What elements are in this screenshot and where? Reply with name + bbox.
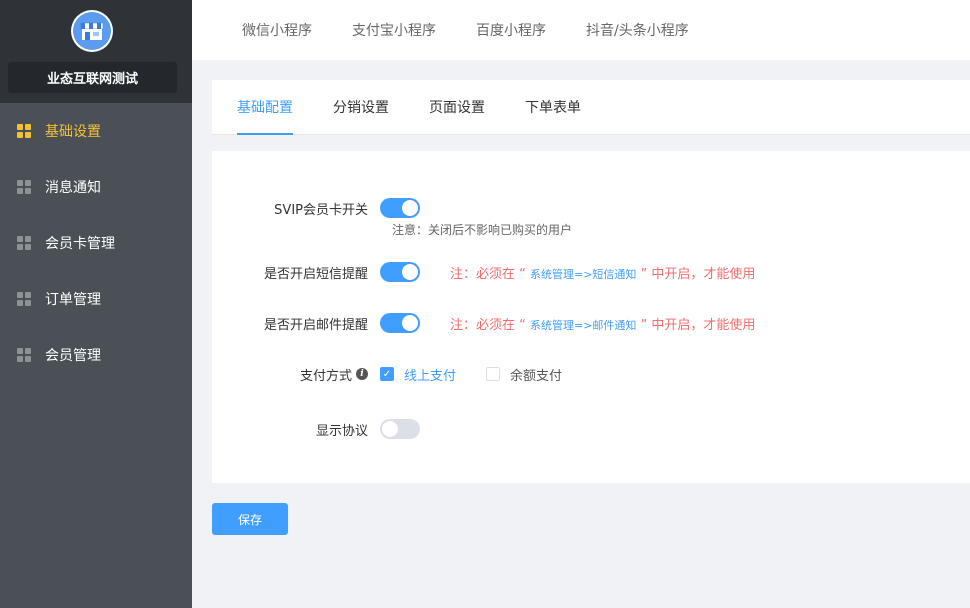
svip-note: 注意：关闭后不影响已购买的用户	[392, 223, 573, 237]
svip-label: SVIP会员卡开关	[274, 202, 368, 218]
sidebar-item-label: 会员卡管理	[45, 236, 115, 252]
sidebar-item-label: 基础设置	[45, 124, 101, 140]
email-label: 是否开启邮件提醒	[263, 317, 368, 333]
tab-alipay-miniprogram[interactable]: 支付宝小程序	[352, 20, 436, 40]
sms-toggle[interactable]	[380, 262, 420, 282]
sidebar-item-members[interactable]: 会员管理	[0, 327, 192, 383]
payment-row: 支付方式 i ✓ 线上支付 余额支付	[212, 363, 592, 385]
warn-prefix: 注：必须在 “	[450, 266, 530, 282]
sidebar-header: 业态互联网测试	[0, 0, 192, 103]
agreement-toggle[interactable]	[380, 419, 420, 439]
grid-icon	[17, 292, 31, 306]
checkbox-label: 线上支付	[404, 368, 457, 384]
tab-wechat-miniprogram[interactable]: 微信小程序	[242, 20, 312, 40]
sms-warning: 注：必须在 “ 系统管理=>短信通知 ” 中开启，才能使用	[450, 263, 755, 282]
sidebar-item-membership-cards[interactable]: 会员卡管理	[0, 215, 192, 271]
tab-page-settings[interactable]: 页面设置	[429, 80, 485, 134]
agreement-label: 显示协议	[315, 423, 368, 439]
sms-settings-link[interactable]: 系统管理=>短信通知	[530, 268, 636, 281]
sidebar-item-label: 消息通知	[45, 180, 101, 196]
platform-tabs: 微信小程序 支付宝小程序 百度小程序 抖音/头条小程序	[192, 0, 970, 60]
info-icon[interactable]: i	[356, 368, 368, 380]
sms-row: 是否开启短信提醒 注：必须在 “ 系统管理=>短信通知 ” 中开启，才能使用	[212, 261, 755, 283]
email-settings-link[interactable]: 系统管理=>邮件通知	[530, 319, 636, 332]
grid-icon	[17, 180, 31, 194]
email-warning: 注：必须在 “ 系统管理=>邮件通知 ” 中开启，才能使用	[450, 314, 755, 333]
check-icon: ✓	[380, 367, 394, 381]
grid-icon	[17, 348, 31, 362]
sidebar-item-basic-settings[interactable]: 基础设置	[0, 103, 192, 159]
tab-order-form[interactable]: 下单表单	[525, 80, 581, 134]
shop-name: 业态互联网测试	[8, 62, 177, 93]
payment-label-text: 支付方式	[299, 368, 352, 384]
grid-icon	[17, 124, 31, 138]
grid-icon	[17, 236, 31, 250]
sms-label: 是否开启短信提醒	[263, 266, 368, 282]
sidebar: 业态互联网测试 基础设置 消息通知 会员卡管理 订单管理 会员管理	[0, 0, 192, 608]
online-payment-checkbox[interactable]: ✓ 线上支付	[380, 365, 456, 384]
agreement-row: 显示协议	[212, 418, 420, 440]
sidebar-item-label: 订单管理	[45, 292, 101, 308]
tab-baidu-miniprogram[interactable]: 百度小程序	[476, 20, 546, 40]
checkbox-label: 余额支付	[510, 368, 563, 384]
settings-form: SVIP会员卡开关 注意：关闭后不影响已购买的用户 是否开启短信提醒 注：必须在…	[212, 151, 970, 483]
tab-basic-config[interactable]: 基础配置	[237, 80, 293, 135]
svip-toggle[interactable]	[380, 198, 420, 218]
payment-label: 支付方式 i	[212, 365, 380, 384]
svip-row: SVIP会员卡开关	[212, 197, 420, 219]
shop-logo-icon[interactable]	[71, 10, 113, 52]
save-button[interactable]: 保存	[212, 503, 288, 535]
email-row: 是否开启邮件提醒 注：必须在 “ 系统管理=>邮件通知 ” 中开启，才能使用	[212, 312, 755, 334]
sidebar-item-notifications[interactable]: 消息通知	[0, 159, 192, 215]
balance-payment-checkbox[interactable]: 余额支付	[486, 365, 562, 384]
email-toggle[interactable]	[380, 313, 420, 333]
tab-douyin-miniprogram[interactable]: 抖音/头条小程序	[586, 20, 689, 40]
tab-distribution-settings[interactable]: 分销设置	[333, 80, 389, 134]
settings-tabs: 基础配置 分销设置 页面设置 下单表单	[212, 80, 970, 135]
warn-suffix: ” 中开启，才能使用	[636, 317, 756, 333]
warn-prefix: 注：必须在 “	[450, 317, 530, 333]
sidebar-nav: 基础设置 消息通知 会员卡管理 订单管理 会员管理	[0, 103, 192, 383]
warn-suffix: ” 中开启，才能使用	[636, 266, 756, 282]
sidebar-item-orders[interactable]: 订单管理	[0, 271, 192, 327]
sidebar-item-label: 会员管理	[45, 348, 101, 364]
checkbox-empty-icon	[486, 367, 501, 381]
